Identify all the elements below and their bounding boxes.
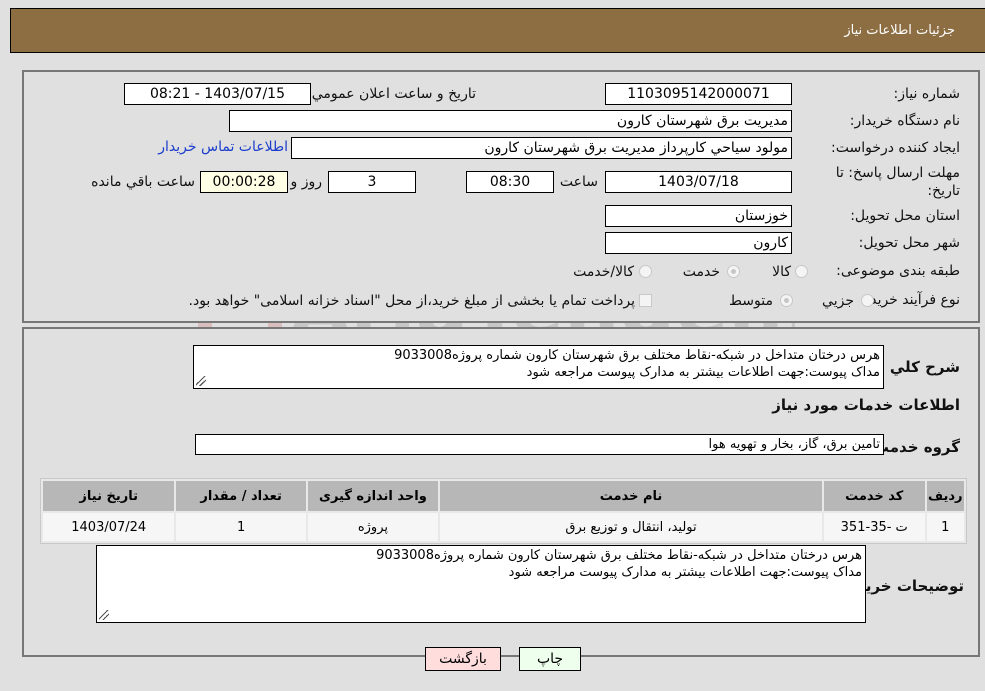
- table-row: 1 ت -35-351 توليد، انتقال و توزيع برق پر…: [43, 513, 964, 541]
- buyer-contact-link[interactable]: اطلاعات تماس خريدار: [158, 139, 288, 155]
- requester-field[interactable]: مولود سياحي كارپرداز مديريت برق شهرستان …: [291, 137, 792, 159]
- summary-line-2: مداک پیوست:جهت اطلاعات بیشتر به مدارک پی…: [526, 365, 880, 380]
- buyer-notes-line-2: مداک پیوست:جهت اطلاعات بیشتر به مدارک پی…: [508, 565, 862, 580]
- deadline-time-field[interactable]: 08:30: [466, 171, 554, 193]
- cell-need-date: 1403/07/24: [43, 513, 175, 541]
- buyer-org-label: نام دستگاه خريدار:: [849, 113, 960, 129]
- print-button[interactable]: چاپ: [519, 647, 581, 671]
- col-header-need-date: تاريخ نياز: [43, 481, 175, 511]
- deadline-label-line2: تاريخ:: [927, 183, 960, 199]
- announce-datetime-field[interactable]: 1403/07/15 - 08:21: [124, 83, 311, 105]
- back-button[interactable]: بازگشت: [425, 647, 501, 671]
- service-group-field[interactable]: تامين برق، گاز، بخار و تهويه هوا: [195, 434, 884, 455]
- col-header-row-number: رديف: [926, 481, 964, 511]
- category-radio-goods-service[interactable]: [639, 265, 652, 278]
- resize-grip-icon[interactable]: [99, 610, 109, 620]
- resize-grip-icon[interactable]: [196, 376, 206, 386]
- city-field[interactable]: كارون: [605, 232, 792, 254]
- col-header-service-code: كد خدمت: [823, 481, 925, 511]
- purchase-radio-minor[interactable]: [861, 294, 874, 307]
- purchase-option-medium: متوسط: [729, 293, 773, 309]
- buyer-notes-line-1: هرس درختان متداخل در شبکه-نقاط مختلف برق…: [376, 548, 862, 563]
- days-remaining-field[interactable]: 3: [328, 171, 416, 193]
- days-label: روز و: [290, 174, 323, 190]
- category-radio-goods[interactable]: [795, 265, 808, 278]
- need-number-label: شماره نياز:: [893, 86, 961, 102]
- category-option-goods-service: كالا/خدمت: [573, 264, 634, 280]
- page-title: جزئيات اطلاعات نياز: [844, 23, 955, 38]
- summary-textarea[interactable]: هرس درختان متداخل در شبکه-نقاط مختلف برق…: [193, 345, 884, 389]
- requester-label: ايجاد كننده درخواست:: [831, 140, 960, 156]
- treasury-note: پرداخت تمام يا بخشی از مبلغ خريد،از محل …: [188, 293, 635, 309]
- col-header-quantity: تعداد / مقدار: [176, 481, 306, 511]
- services-table: رديف كد خدمت نام خدمت واحد اندازه گيری ت…: [40, 478, 967, 544]
- col-header-unit: واحد اندازه گيری: [307, 481, 439, 511]
- cell-service-code: ت -35-351: [823, 513, 925, 541]
- time-remaining-label: ساعت باقي مانده: [91, 174, 195, 190]
- province-field[interactable]: خوزستان: [605, 205, 792, 227]
- category-radio-service[interactable]: [727, 265, 740, 278]
- city-label: شهر محل تحويل:: [858, 235, 960, 251]
- deadline-label: مهلت ارسال پاسخ: تا: [835, 165, 960, 181]
- buyer-org-field[interactable]: مديريت برق شهرستان كارون: [229, 110, 792, 132]
- summary-line-1: هرس درختان متداخل در شبکه-نقاط مختلف برق…: [394, 348, 880, 363]
- col-header-service-name: نام خدمت: [440, 481, 822, 511]
- cell-row-number: 1: [926, 513, 964, 541]
- category-option-service: خدمت: [682, 264, 720, 280]
- need-number-field[interactable]: 1103095142000071: [605, 83, 792, 105]
- purchase-option-minor: جزيي: [822, 293, 854, 309]
- deadline-date-field[interactable]: 1403/07/18: [605, 171, 792, 193]
- cell-unit: پروژه: [307, 513, 439, 541]
- services-heading: اطلاعات خدمات مورد نياز: [772, 396, 960, 414]
- purchase-type-label: نوع فرآيند خريد :: [861, 292, 960, 308]
- need-info-panel: شماره نياز: 1103095142000071 تاريخ و ساع…: [22, 70, 980, 323]
- cell-service-name: توليد، انتقال و توزيع برق: [440, 513, 822, 541]
- category-label: طبقه بندی موضوعی:: [836, 263, 960, 279]
- treasury-checkbox[interactable]: [639, 294, 652, 307]
- table-header-row: رديف كد خدمت نام خدمت واحد اندازه گيری ت…: [43, 481, 964, 511]
- buyer-notes-textarea[interactable]: هرس درختان متداخل در شبکه-نقاط مختلف برق…: [96, 545, 866, 623]
- deadline-time-label: ساعت: [559, 174, 598, 190]
- category-option-goods: كالا: [772, 264, 791, 280]
- cell-quantity: 1: [176, 513, 306, 541]
- province-label: استان محل تحويل:: [850, 208, 960, 224]
- time-remaining-field: 00:00:28: [200, 171, 288, 193]
- announce-datetime-label: تاريخ و ساعت اعلان عمومي:: [307, 86, 476, 102]
- page-header: جزئيات اطلاعات نياز: [10, 8, 985, 53]
- purchase-radio-medium[interactable]: [780, 294, 793, 307]
